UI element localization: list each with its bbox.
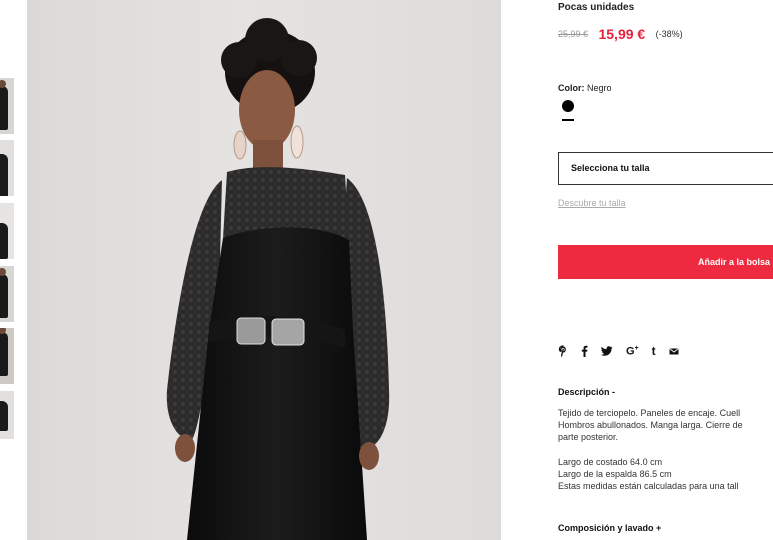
color-label-key: Color: xyxy=(558,83,585,93)
description-line-2: Hombros abullonados. Manga larga. Cierre… xyxy=(558,420,743,430)
current-price: 15,99 € xyxy=(598,25,646,42)
thumbnail-4[interactable] xyxy=(0,266,14,322)
swatch-selected-indicator xyxy=(562,119,574,121)
facebook-icon[interactable] xyxy=(581,345,588,357)
size-select[interactable]: Selecciona tu talla xyxy=(558,152,773,185)
description-line-1: Tejido de terciopelo. Paneles de encaje.… xyxy=(558,408,741,418)
model-illustration xyxy=(166,18,390,540)
pinterest-icon[interactable] xyxy=(558,345,568,357)
composition-heading[interactable]: Composición y lavado + xyxy=(558,523,661,533)
description-line-5: Largo de la espalda 86.5 cm xyxy=(558,469,672,479)
google-plus-icon[interactable]: G+ xyxy=(626,345,639,358)
description-line-4: Largo de costado 64.0 cm xyxy=(558,457,663,467)
email-icon[interactable] xyxy=(669,347,679,355)
social-share-bar: G+ t xyxy=(558,343,692,359)
discount-badge: (-38%) xyxy=(655,28,683,39)
thumbnail-1[interactable] xyxy=(0,78,14,134)
add-to-bag-button[interactable]: Añadir a la bolsa xyxy=(558,245,773,279)
color-swatch-black[interactable] xyxy=(562,100,574,112)
description-heading[interactable]: Descripción - xyxy=(558,387,615,397)
thumbnail-2[interactable] xyxy=(0,140,14,196)
thumbnail-3[interactable] xyxy=(0,203,14,259)
stock-label: Pocas unidades xyxy=(558,2,635,13)
product-photo xyxy=(27,0,501,540)
thumbnail-5[interactable] xyxy=(0,328,14,384)
color-label-value: Negro xyxy=(587,83,612,93)
description-line-6: Estas medidas están calculadas para una … xyxy=(558,481,739,491)
color-label: Color: Negro xyxy=(558,83,612,93)
size-guide-link[interactable]: Descubre tu talla xyxy=(558,198,626,208)
twitter-icon[interactable] xyxy=(601,346,613,356)
product-info-panel: Pocas unidades 25,99 € 15,99 € (-38%) Co… xyxy=(558,0,773,540)
thumbnail-strip xyxy=(0,0,14,540)
old-price: 25,99 € xyxy=(558,28,589,39)
thumbnail-6[interactable] xyxy=(0,391,14,439)
tumblr-icon[interactable]: t xyxy=(652,344,656,358)
description-line-3: parte posterior. xyxy=(558,432,619,442)
price-row: 25,99 € 15,99 € (-38%) xyxy=(558,25,683,43)
